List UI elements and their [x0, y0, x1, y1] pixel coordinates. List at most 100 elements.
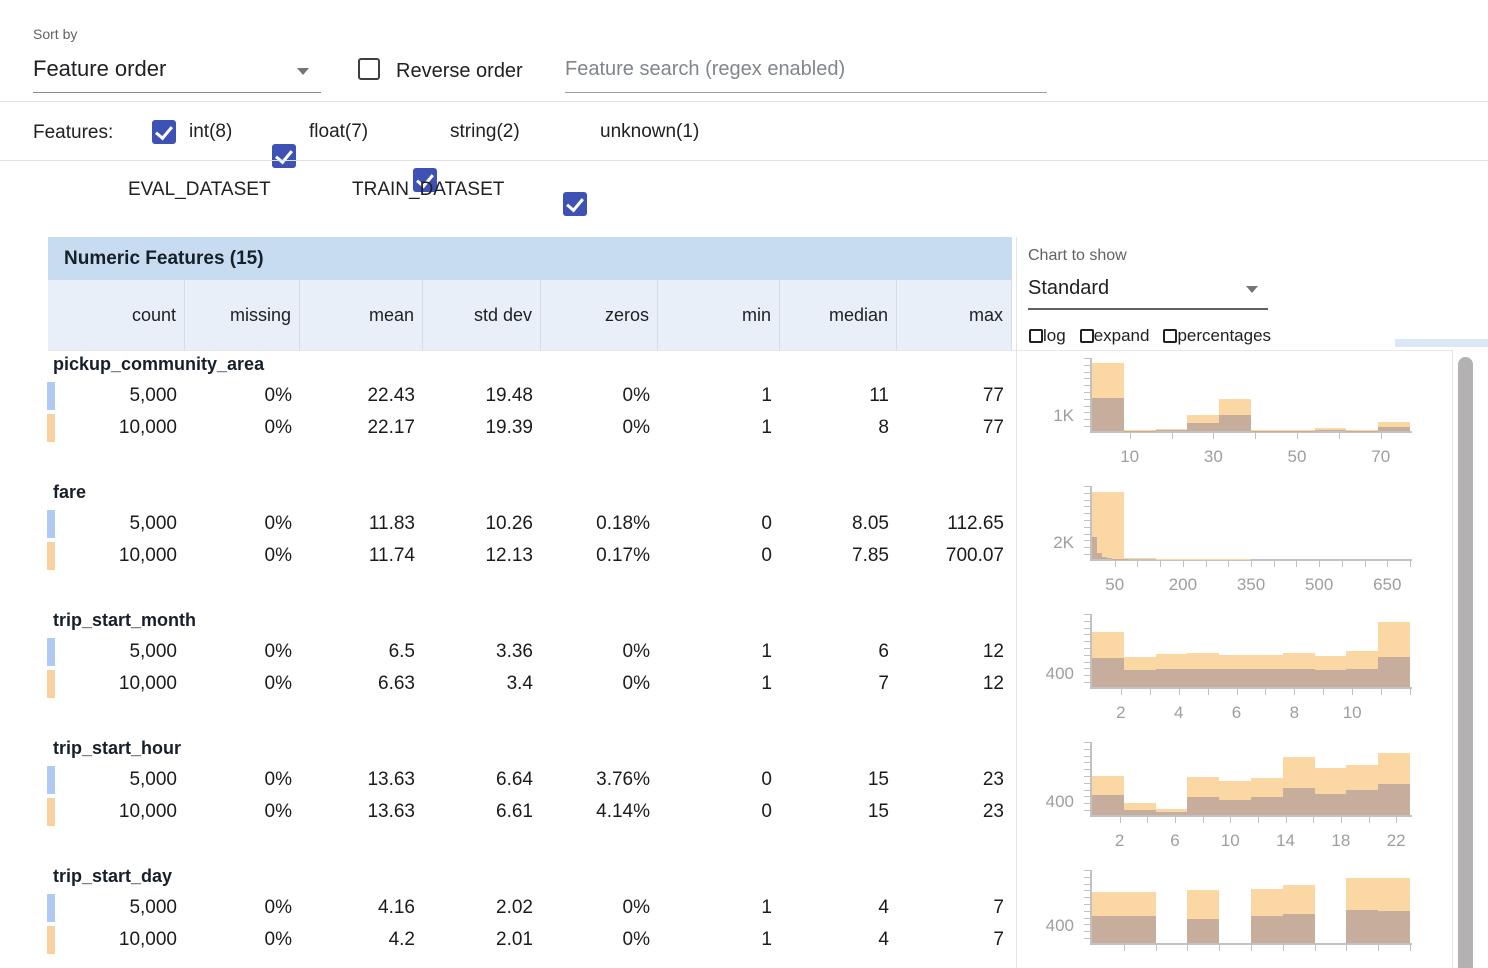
feature-search-input[interactable]: [565, 58, 1045, 81]
y-axis-tick: [1084, 742, 1090, 743]
y-axis-tick: [1084, 540, 1090, 541]
histogram-bar: [1156, 430, 1188, 431]
stat-cell: 10,000: [48, 540, 185, 572]
expand-checkbox[interactable]: [1080, 329, 1094, 343]
histogram-bar: [1092, 658, 1124, 687]
stat-cell: 10,000: [48, 668, 185, 700]
column-header-mean: mean: [300, 280, 423, 350]
histogram-bar: [1378, 427, 1410, 431]
histogram-bar: [1378, 784, 1410, 815]
y-axis-tick: [1084, 628, 1090, 629]
column-header-missing: missing: [185, 280, 300, 350]
column-header-stddev: std dev: [423, 280, 541, 350]
stat-cell: 11: [780, 380, 897, 412]
stat-cell: 12.13: [423, 540, 541, 572]
stat-cell: 1: [658, 892, 780, 924]
vertical-scrollbar-thumb[interactable]: [1458, 357, 1473, 968]
x-axis-tick-label: 2: [1116, 703, 1125, 723]
stats-row-eval: 5,0000%13.636.643.76%01523: [48, 764, 1012, 796]
y-axis-tick: [1084, 412, 1090, 413]
features-filter-label: Features:: [33, 122, 113, 144]
x-axis-tick: [1381, 689, 1382, 695]
x-axis-tick-label: 200: [1169, 575, 1197, 595]
x-axis-tick: [1255, 433, 1256, 439]
stat-cell: 0: [658, 508, 780, 540]
x-axis-tick-label: 8: [1290, 703, 1299, 723]
x-axis-tick: [1230, 817, 1231, 823]
stat-cell: 3.76%: [541, 764, 658, 796]
x-axis-tick: [1150, 689, 1151, 695]
stat-cell: 0%: [541, 636, 658, 668]
x-axis-tick: [1296, 561, 1297, 567]
x-axis-tick: [1410, 945, 1411, 951]
histogram-bar: [1378, 657, 1410, 687]
percentages-checkbox[interactable]: [1163, 329, 1177, 343]
histogram-bar: [1378, 911, 1410, 943]
train-dataset-label: TRAIN_DATASET: [352, 179, 504, 201]
stat-cell: 700.07: [897, 540, 1012, 572]
x-axis-tick-label: 2: [1115, 831, 1124, 851]
x-axis-tick-label: 6: [1232, 703, 1241, 723]
histogram-bar: [1187, 797, 1219, 815]
x-axis-tick: [1286, 817, 1287, 823]
y-axis-tick: [1084, 500, 1090, 501]
feature-histogram: 400246810: [1030, 608, 1454, 736]
filter-checkbox-int[interactable]: [152, 120, 176, 144]
x-axis-tick: [1396, 817, 1397, 823]
y-axis-tick: [1084, 520, 1090, 521]
facets-overview-app: Sort by Feature order Reverse order Feat…: [0, 0, 1488, 968]
filter-checkbox-unknown[interactable]: [563, 192, 587, 216]
stats-row-train: 10,0000%6.633.40%1712: [48, 668, 1012, 700]
stat-cell: 8.05: [780, 508, 897, 540]
x-axis-tick: [1251, 561, 1252, 567]
y-axis-tick: [1084, 372, 1090, 373]
chart-type-select[interactable]: Standard: [1028, 277, 1268, 300]
stat-cell: 5,000: [48, 380, 185, 412]
stat-cell: 3.4: [423, 668, 541, 700]
chart-to-show-label: Chart to show: [1028, 247, 1127, 265]
column-header-min: min: [658, 280, 780, 350]
filter-checkbox-float[interactable]: [272, 144, 296, 168]
y-axis-tick: [1084, 796, 1090, 797]
stats-row-eval: 5,0000%22.4319.480%11177: [48, 380, 1012, 412]
stat-cell: 0%: [185, 924, 300, 956]
stat-cell: 10.26: [423, 508, 541, 540]
x-axis-tick: [1237, 689, 1238, 695]
x-axis-tick: [1315, 945, 1316, 951]
percentages-label: percentages: [1177, 326, 1271, 345]
stat-cell: 5,000: [48, 764, 185, 796]
stat-cell: 6.64: [423, 764, 541, 796]
y-axis-tick: [1084, 641, 1090, 642]
histogram-bar: [1315, 430, 1347, 431]
sort-by-select[interactable]: Feature order: [33, 56, 321, 82]
stat-cell: 5,000: [48, 636, 185, 668]
y-axis-tick: [1084, 493, 1090, 494]
stats-row-eval: 5,0000%11.8310.260.18%08.05112.65: [48, 508, 1012, 540]
x-axis-tick: [1228, 561, 1229, 567]
histogram-bar: [1187, 669, 1219, 687]
reverse-order-checkbox[interactable]: [358, 58, 380, 80]
feature-name: trip_start_month: [53, 610, 196, 631]
stat-cell: 23: [897, 796, 1012, 828]
x-axis-tick: [1175, 817, 1176, 823]
stats-row-train: 10,0000%13.636.614.14%01523: [48, 796, 1012, 828]
scrollbar-track-border: [1452, 350, 1453, 968]
x-axis-tick: [1410, 561, 1411, 567]
stat-cell: 22.43: [300, 380, 423, 412]
log-checkbox[interactable]: [1029, 329, 1043, 343]
histogram-bar: [1315, 794, 1347, 815]
stat-cell: 1: [658, 668, 780, 700]
divider-top: [0, 101, 1488, 102]
y-axis-tick: [1084, 918, 1090, 919]
histogram-bar: [1315, 670, 1347, 687]
x-axis-tick-label: 14: [1276, 831, 1295, 851]
x-axis-tick: [1258, 817, 1259, 823]
x-axis-tick: [1283, 945, 1284, 951]
stat-cell: 13.63: [300, 764, 423, 796]
stat-cell: 12: [897, 636, 1012, 668]
stat-cell: 10,000: [48, 412, 185, 444]
stats-row-train: 10,0000%22.1719.390%1877: [48, 412, 1012, 444]
x-axis-tick-label: 10: [1221, 831, 1240, 851]
stat-cell: 3.36: [423, 636, 541, 668]
y-axis-tick: [1084, 655, 1090, 656]
